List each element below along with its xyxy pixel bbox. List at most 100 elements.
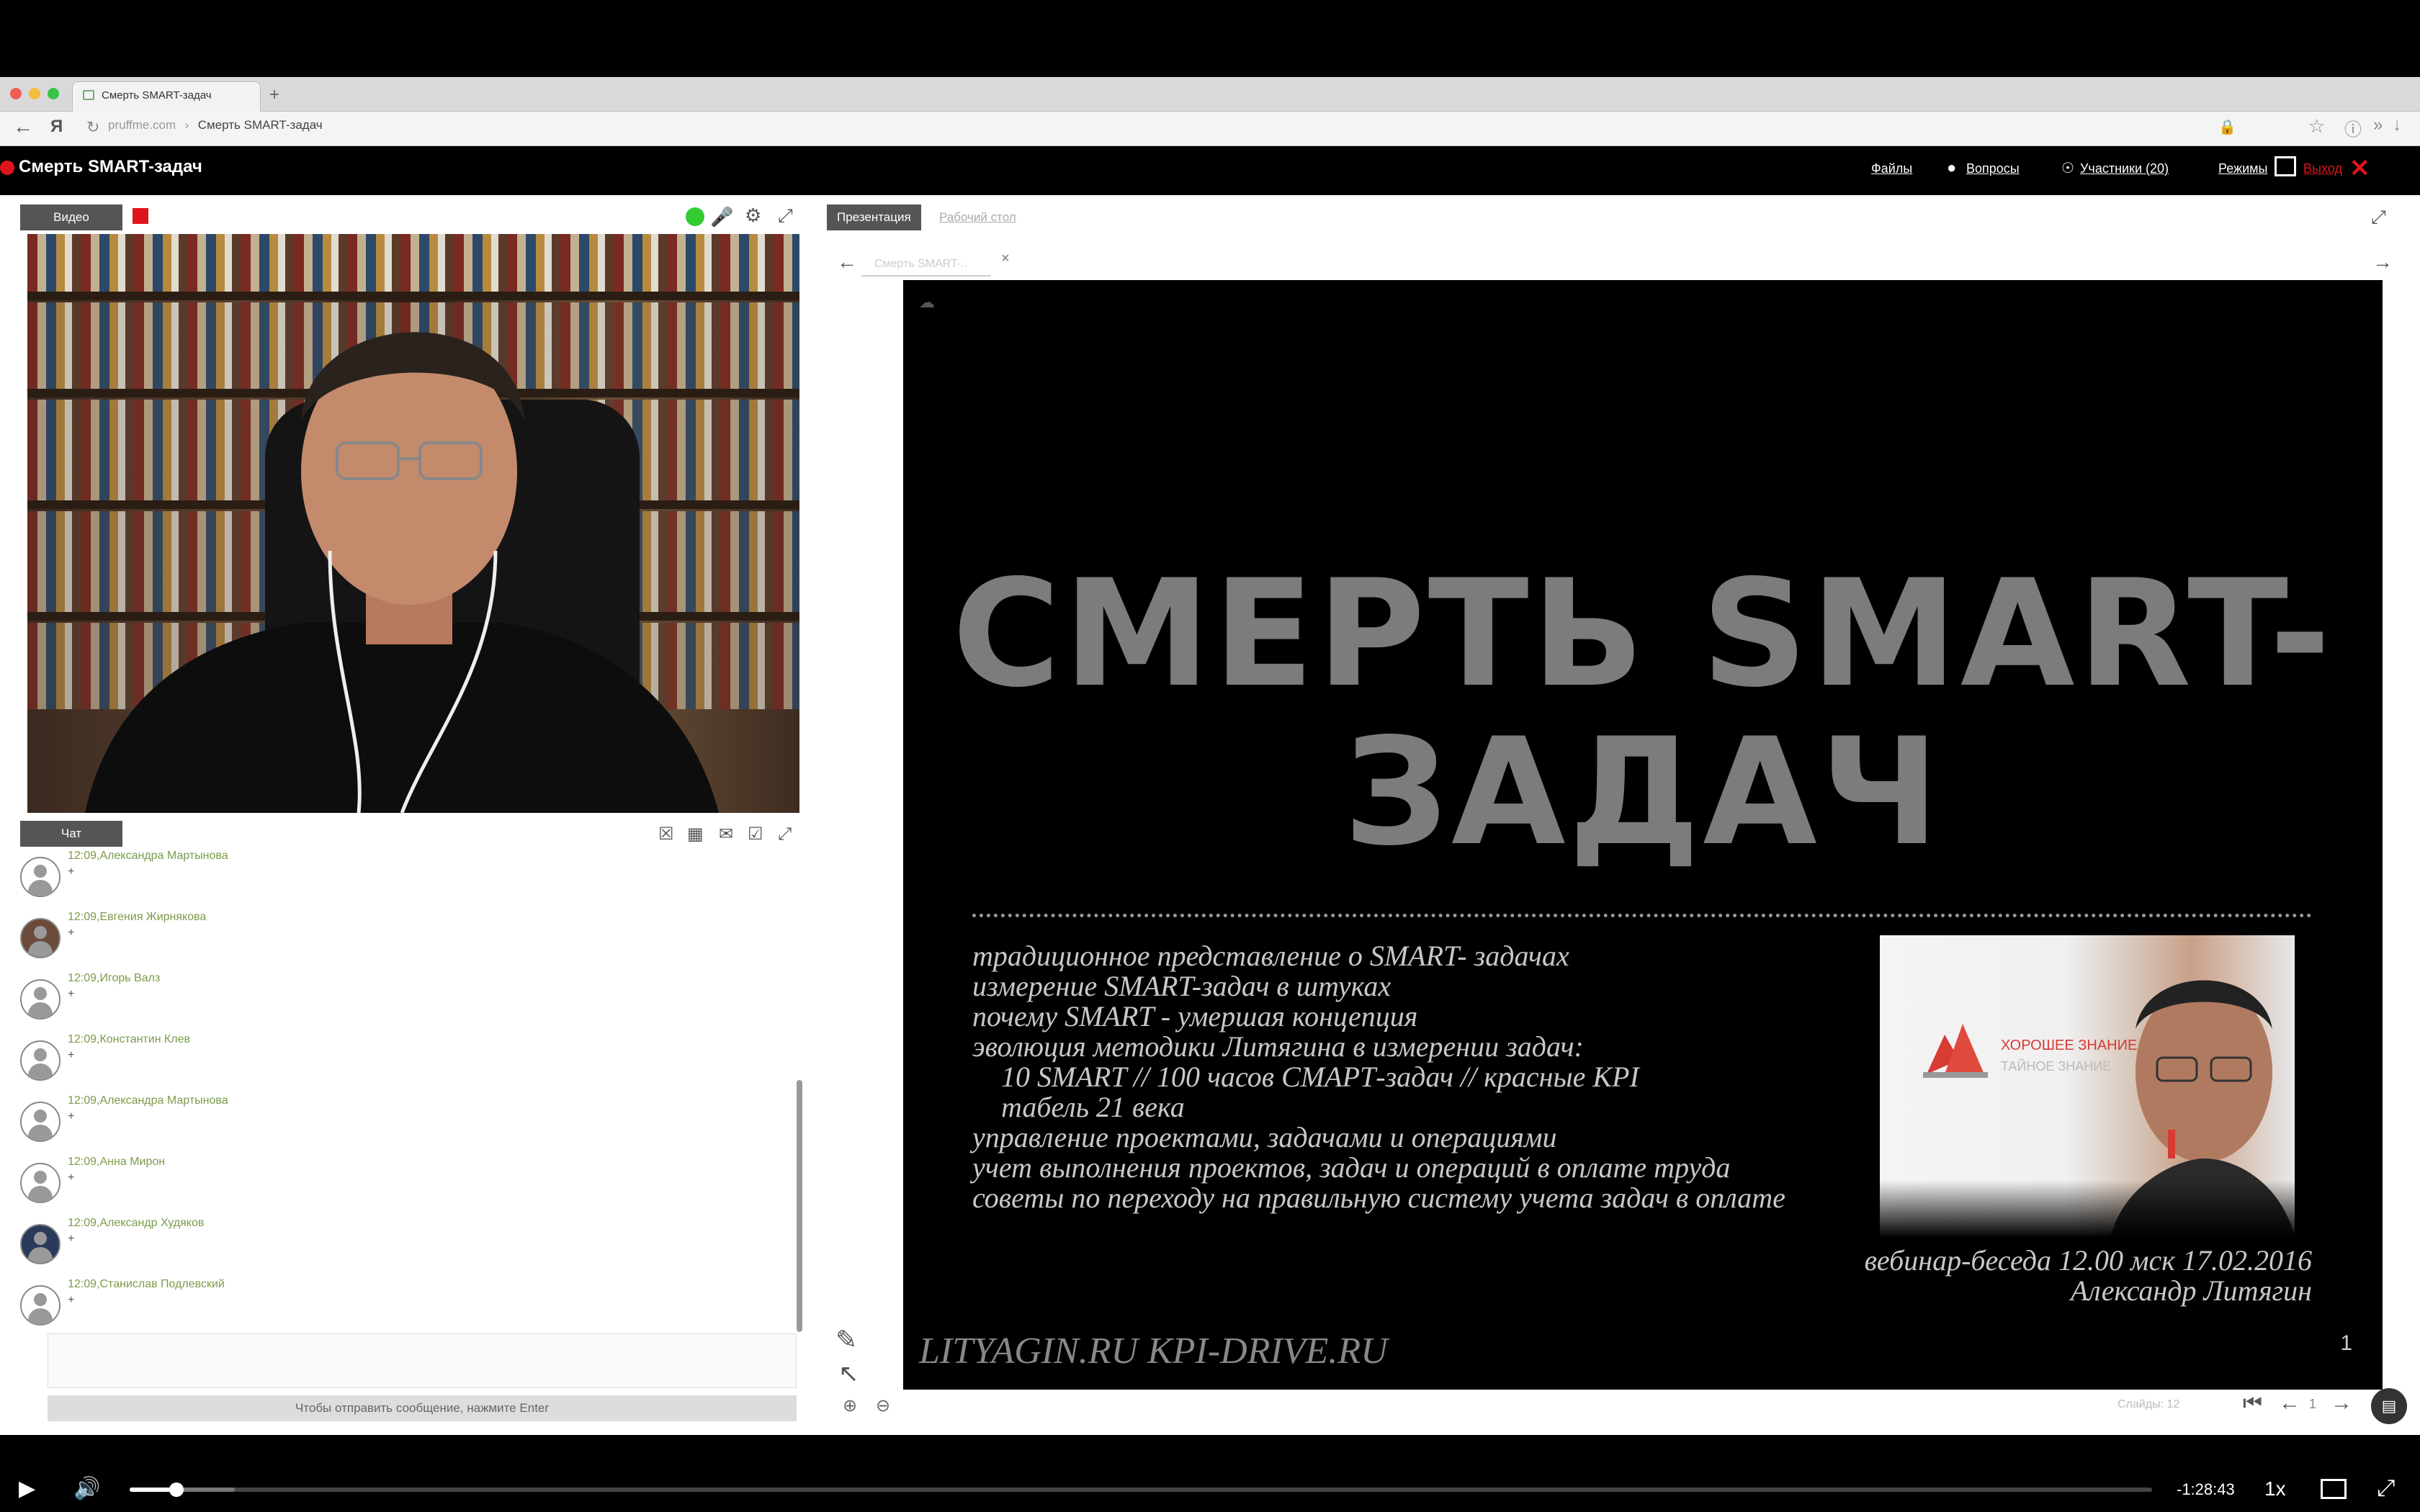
speaker-video[interactable]: [27, 234, 799, 813]
slide-bullet: традиционное представление о SMART- зада…: [972, 940, 1569, 972]
photo-caption-2: ТАЙНОЕ ЗНАНИЕ: [2001, 1059, 2112, 1074]
speaker-figure: [85, 332, 719, 813]
doc-prev-arrow-icon[interactable]: ←: [837, 251, 857, 274]
participants-link[interactable]: Участники (20): [2080, 161, 2169, 176]
next-slide-icon[interactable]: →: [2331, 1391, 2352, 1416]
avatar: [20, 1163, 60, 1203]
slide-bullet: 10 SMART // 100 часов СМАРТ-задач // кра…: [1001, 1061, 1639, 1093]
prev-slide-icon[interactable]: ←: [2279, 1391, 2300, 1416]
time-remaining: -1:28:43: [2177, 1480, 2235, 1498]
chat-message-text: +: [68, 1233, 75, 1245]
document-tab[interactable]: Смерть SMART-..: [861, 255, 991, 276]
presentation-expand-icon[interactable]: ⤢: [2371, 206, 2386, 228]
questions-link[interactable]: Вопросы: [1966, 161, 2020, 176]
slides-count-label: Слайды: 12: [2118, 1398, 2180, 1410]
screen-layout-icon[interactable]: [2275, 156, 2296, 176]
clear-chat-icon[interactable]: ☒: [658, 824, 674, 845]
captions-overlay-icon[interactable]: ▤: [2371, 1388, 2407, 1424]
chat-message-author: 12:09,Игорь Валз: [68, 972, 161, 984]
mail-icon[interactable]: ✉: [719, 824, 733, 845]
new-tab-icon[interactable]: +: [269, 85, 279, 105]
reload-icon[interactable]: ↻: [86, 118, 99, 137]
window-zoom-dot[interactable]: [48, 88, 59, 99]
chat-message: 12:09,Александра Мартынова +: [20, 1094, 740, 1156]
pointer-tool-icon[interactable]: ↖: [838, 1359, 859, 1388]
expand-icon[interactable]: ⤢: [778, 204, 793, 226]
chat-send-hint: Чтобы отправить сообщение, нажмите Enter: [48, 1395, 797, 1421]
first-slide-icon[interactable]: ⏮: [2243, 1391, 2262, 1416]
slide-date-line: вебинар-беседа 12.00 мск 17.02.2016: [1864, 1244, 2312, 1277]
presentation-tab[interactable]: Презентация: [827, 204, 921, 230]
url-separator-icon: ›: [184, 118, 189, 132]
chat-message: 12:09,Александр Худяков +: [20, 1217, 740, 1278]
slide-speaker-photo: ХОРОШЕЕ ЗНАНИЕ ТАЙНОЕ ЗНАНИЕ: [1880, 935, 2295, 1238]
chat-expand-icon[interactable]: ⤢: [778, 824, 792, 845]
modes-link[interactable]: Режимы: [2218, 161, 2267, 176]
tab-favicon-icon: [83, 90, 94, 100]
window-minimize-dot[interactable]: [29, 88, 40, 99]
avatar: [20, 1040, 60, 1081]
url-page: Смерть SMART-задач: [197, 118, 323, 132]
chat-message-text: +: [68, 988, 75, 1000]
url-domain: pruffme.com: [108, 118, 176, 132]
desktop-tab[interactable]: Рабочий стол: [929, 204, 1026, 230]
exit-fullscreen-icon[interactable]: ⤢: [2377, 1475, 2396, 1502]
chat-message-text: +: [68, 1049, 75, 1061]
zoom-in-icon[interactable]: ⊕: [843, 1395, 857, 1416]
doc-next-arrow-icon[interactable]: →: [2372, 251, 2393, 274]
exit-link[interactable]: Выход: [2303, 161, 2342, 176]
live-indicator-icon: [0, 161, 14, 175]
brand-logo-icon: [1923, 1024, 1988, 1078]
slide-divider: [972, 914, 2312, 917]
video-tab[interactable]: Видео: [20, 204, 122, 230]
browser-tab-title: Смерть SMART-задач: [102, 89, 212, 102]
participants-eye-icon: ☉: [2061, 161, 2074, 176]
slide-number: 1: [2340, 1331, 2352, 1355]
chat-tab[interactable]: Чат: [20, 821, 122, 847]
more-arrows-icon[interactable]: »: [2373, 115, 2383, 135]
status-green-icon: [686, 207, 704, 226]
chat-message: 12:09,Александра Мартынова +: [20, 850, 740, 911]
volume-icon[interactable]: 🔊: [73, 1476, 100, 1501]
moderation-check-icon[interactable]: ☑: [748, 824, 763, 845]
chat-message-author: 12:09,Станислав Подлевский: [68, 1278, 225, 1290]
questions-icon: ●: [1947, 158, 1957, 176]
bookmark-star-icon[interactable]: ☆: [2308, 115, 2325, 138]
download-icon[interactable]: ↓: [2393, 115, 2401, 135]
url-field[interactable]: pruffme.com › Смерть SMART-задач: [108, 118, 2276, 140]
chat-message-text: +: [68, 927, 75, 939]
info-icon[interactable]: ⓘ: [2344, 115, 2362, 140]
close-doc-icon[interactable]: ×: [1001, 251, 1010, 267]
exit-x-icon[interactable]: ✕: [2349, 154, 2370, 183]
lock-icon: 🔒: [2218, 120, 2236, 135]
gear-icon[interactable]: ⚙: [745, 204, 761, 226]
avatar: [20, 857, 60, 897]
slide-bullet: управление проектами, задачами и операци…: [972, 1121, 1557, 1153]
chat-messages: 12:09,Александра Мартынова + 12:09,Евген…: [0, 850, 799, 1339]
chat-message-author: 12:09,Анна Мирон: [68, 1156, 166, 1168]
progress-scrubber[interactable]: [169, 1482, 184, 1497]
picture-in-picture-icon[interactable]: [2321, 1479, 2347, 1499]
presentation-slide: ☁ СМЕРТЬ SMART- ЗАДАЧ традиционное предс…: [903, 280, 2383, 1390]
slide-sites: LITYAGIN.RU KPI-DRIVE.RU: [919, 1331, 1388, 1372]
chat-message: 12:09,Игорь Валз +: [20, 972, 740, 1033]
excel-export-icon[interactable]: ▦: [687, 824, 704, 845]
chat-message-author: 12:09,Александра Мартынова: [68, 1094, 228, 1107]
avatar: [20, 979, 60, 1020]
pen-tool-icon[interactable]: ✎: [835, 1325, 857, 1355]
play-icon[interactable]: ▶: [19, 1476, 35, 1501]
browser-tab[interactable]: Смерть SMART-задач: [72, 81, 261, 112]
microphone-icon[interactable]: 🎤: [710, 206, 733, 228]
window-close-dot[interactable]: [10, 88, 22, 99]
playback-speed[interactable]: 1x: [2264, 1477, 2286, 1500]
chat-scrollbar[interactable]: [797, 1080, 802, 1332]
progress-track[interactable]: [130, 1482, 2152, 1497]
back-arrow-icon[interactable]: ←: [13, 115, 33, 138]
avatar: [20, 1285, 60, 1326]
chat-message-input[interactable]: [48, 1333, 797, 1388]
stop-record-icon[interactable]: [133, 208, 148, 224]
slide-bullet: табель 21 века: [1001, 1091, 1185, 1123]
yandex-logo-icon[interactable]: Я: [50, 117, 63, 137]
files-link[interactable]: Файлы: [1871, 161, 1912, 176]
zoom-out-icon[interactable]: ⊖: [876, 1395, 890, 1416]
